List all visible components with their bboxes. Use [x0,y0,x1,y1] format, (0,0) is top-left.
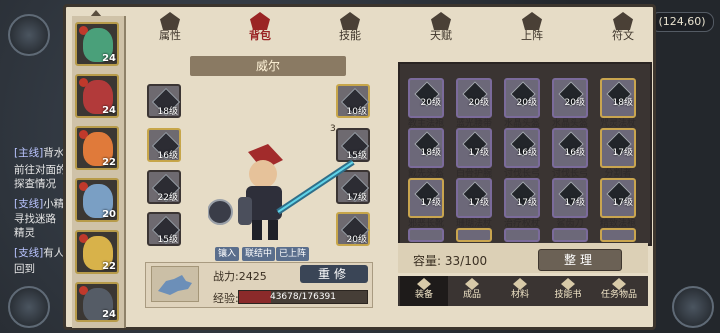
item-level: 17级 [420,198,441,208]
exp-bar: 43678/176391 [238,290,368,304]
bottom-left-skill-button[interactable] [8,286,50,328]
status-tag: 已上阵 [276,247,310,261]
tab-talent[interactable]: 天赋 [411,10,471,44]
equip-slot-boots[interactable]: 15级 [147,212,181,246]
quest-item-icon [612,278,626,290]
tab-quest-items[interactable]: 任务物品 [592,276,646,306]
quest-line: 前往对面的 [14,164,67,176]
bag-item[interactable]: 17级 [456,178,492,218]
quest-line: 回到 [14,263,35,275]
bag-item[interactable] [504,228,540,242]
quest-line: 探查情况 [14,178,56,190]
item-level: 20级 [420,98,441,108]
tab-materials[interactable]: 材料 [496,276,544,306]
wolf-pet-icon [158,275,192,295]
quest-line: [支线]小精 [14,198,65,210]
bag-item[interactable]: 16级 [504,128,540,168]
equip-slot-gloves[interactable]: 22级 [147,170,181,204]
equip-slot-helmet[interactable]: 18级 [147,84,181,118]
attribute-icon [160,12,180,30]
item-level: 17级 [612,198,633,208]
tab-deploy[interactable]: 上阵 [502,10,562,44]
hero-portrait[interactable]: 22 [75,230,119,274]
skill-book-icon [340,12,360,30]
item-level: 17级 [468,198,489,208]
tab-skills[interactable]: 技能 [320,10,380,44]
item-level: 17级 [516,198,537,208]
quest-line: 精灵 [14,227,35,239]
quest-line: [支线]有人 [14,247,65,259]
quest-line: 寻找迷路 [14,213,56,225]
top-left-avatar-button[interactable] [8,14,50,56]
bottom-right-skill-button[interactable] [672,286,714,328]
bag-item[interactable]: 18级 [600,78,636,118]
item-level: 16级 [516,148,537,158]
hero-name: 威尔 [190,56,346,76]
bag-item[interactable]: 17级 [552,178,588,218]
item-level: 17级 [564,198,585,208]
hero-portrait[interactable]: 24 [75,282,119,322]
bag-item[interactable]: 17级 [504,178,540,218]
pet-slot[interactable] [151,266,199,302]
rune-icon [613,12,633,30]
status-tag: 镶入 [215,247,240,261]
hero-portrait-list: 24 24 22 20 22 24 [72,16,126,328]
item-level: 20级 [564,98,585,108]
crossed-swords-icon [522,12,542,30]
bag-item[interactable]: 17级 [600,128,636,168]
item-level: 20级 [516,98,537,108]
bag-icon [250,12,270,30]
material-icon [513,278,527,290]
bag-item[interactable]: 16级 [552,128,588,168]
product-icon [465,278,479,290]
rebuild-button[interactable]: 重修 [300,265,368,283]
hero-portrait[interactable]: 24 [75,22,119,66]
quest-line: [主线]背水 [14,147,65,159]
tab-attributes[interactable]: 属性 [140,10,200,44]
talent-icon [431,12,451,30]
bag-item[interactable] [552,228,588,242]
bag-item[interactable]: 17级 [600,178,636,218]
item-level: 18级 [420,148,441,158]
item-level: 17级 [612,148,633,158]
bag-capacity: 容量: 33/100 [413,254,488,268]
item-level: 16级 [564,148,585,158]
bag-item[interactable] [408,228,444,242]
tab-runes[interactable]: 符文 [593,10,653,44]
bag-item[interactable] [600,228,636,242]
status-tag: 联结中 [242,247,276,261]
equipment-icon [417,278,431,290]
bag-item[interactable]: 20级 [408,78,444,118]
item-level: 20级 [468,98,489,108]
equip-slot-armor[interactable]: 16级 [147,128,181,162]
bag-item[interactable]: 20级 [456,78,492,118]
hero-portrait[interactable]: 22 [75,126,119,170]
item-level: 17级 [468,148,489,158]
bag-item[interactable]: 17级 [408,178,444,218]
item-level: 18级 [612,98,633,108]
bag-item[interactable]: 18级 [408,128,444,168]
hero-figure [208,144,355,240]
hero-portrait-selected[interactable]: 24 [75,74,119,118]
exp-text: 43678/176391 [269,292,337,302]
bag-item[interactable]: 17级 [456,128,492,168]
slot-count-badge: 3 [330,124,336,134]
hero-portrait[interactable]: 20 [75,178,119,222]
bag-item[interactable]: 20级 [552,78,588,118]
bag-item[interactable]: 20级 [504,78,540,118]
tab-equipment[interactable]: 装备 [400,276,448,306]
main-tab-bar: 属性 背包 技能 天赋 上阵 符文 [128,10,653,44]
power-value: 战力:2425 [213,270,267,283]
exp-label: 经验: [213,292,239,305]
bag-item[interactable] [456,228,492,242]
tidy-button[interactable]: 整理 [538,249,622,271]
skill-book-icon [561,278,575,290]
tab-products[interactable]: 成品 [448,276,496,306]
currency-display: (124,60) [650,12,714,32]
tab-skill-books[interactable]: 技能书 [544,276,592,306]
equip-slot-weapon[interactable]: 10级 [336,84,370,118]
tab-bag[interactable]: 背包 [230,10,290,44]
